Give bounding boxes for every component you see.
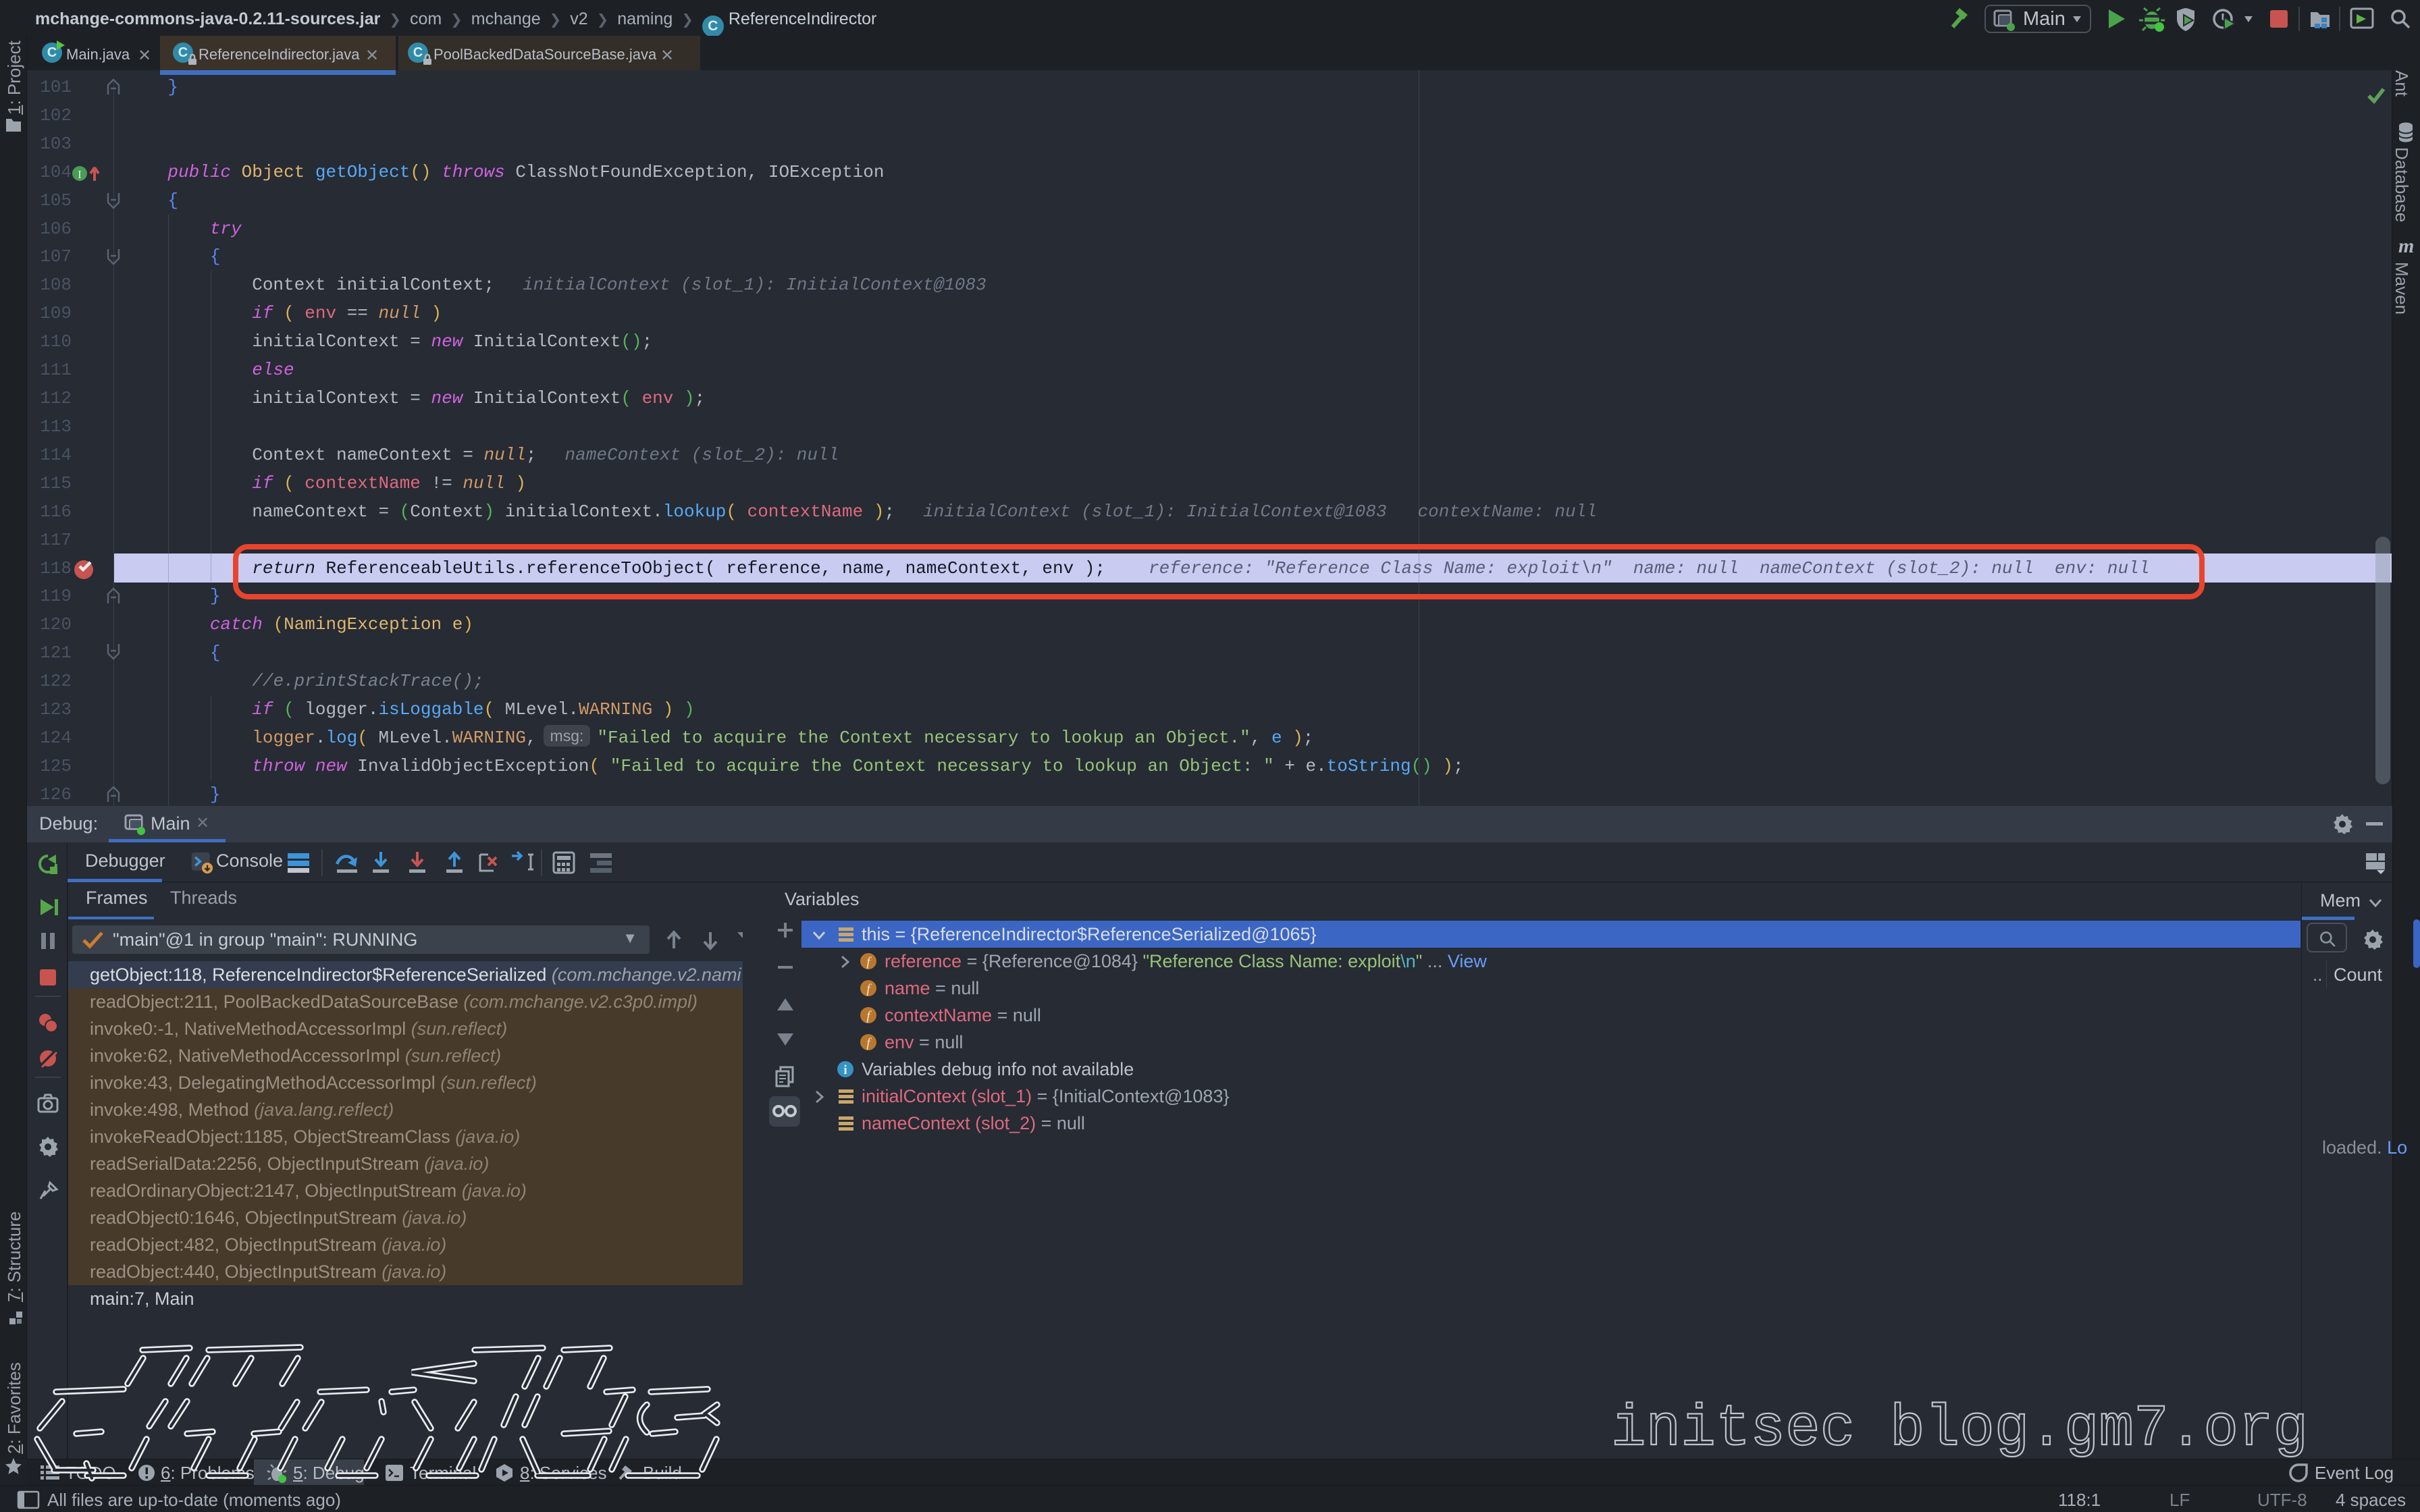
svg-text:Main: Main	[2023, 8, 2066, 30]
svg-text:I: I	[78, 168, 82, 181]
svg-text:i: i	[843, 1063, 847, 1077]
